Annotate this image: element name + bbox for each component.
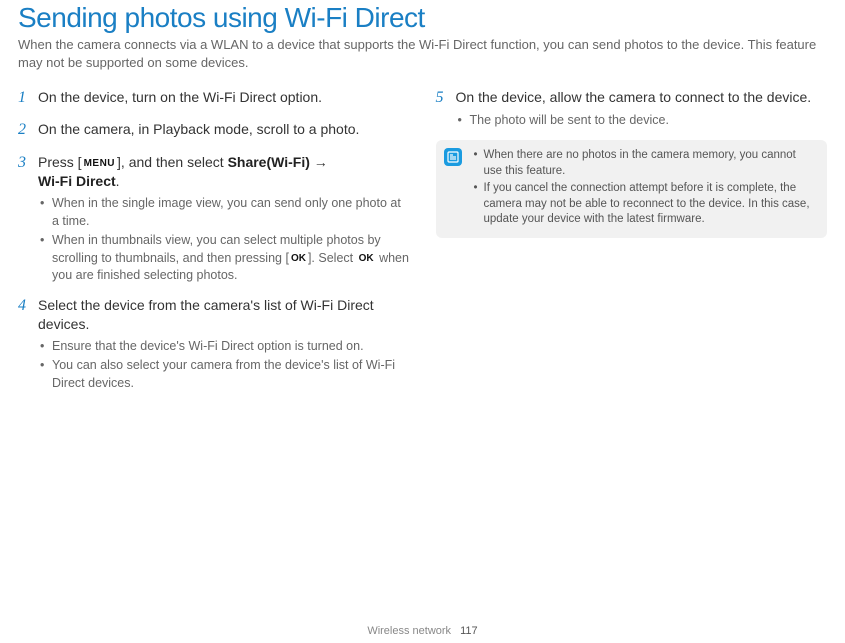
note-list: When there are no photos in the camera m…	[474, 148, 818, 228]
step-text: On the device, turn on the Wi-Fi Direct …	[38, 88, 322, 108]
ok-icon: OK	[289, 252, 308, 266]
step-5: 5 On the device, allow the camera to con…	[436, 87, 828, 130]
note-icon	[444, 148, 462, 166]
step-bullets: When in the single image view, you can s…	[40, 195, 410, 285]
content-columns: 1 On the device, turn on the Wi-Fi Direc…	[18, 87, 827, 402]
bullet-item: The photo will be sent to the device.	[458, 112, 828, 130]
bullet-item: You can also select your camera from the…	[40, 357, 410, 392]
step-number: 5	[436, 87, 448, 109]
step-1: 1 On the device, turn on the Wi-Fi Direc…	[18, 87, 410, 109]
menu-icon: MENU	[82, 157, 117, 171]
step-number: 3	[18, 152, 30, 174]
step-number: 4	[18, 295, 30, 317]
bullet-item: When in thumbnails view, you can select …	[40, 232, 410, 285]
step-3: 3 Press [MENU], and then select Share(Wi…	[18, 152, 410, 285]
page-number: 117	[460, 625, 478, 637]
footer-section: Wireless network	[367, 625, 451, 637]
left-column: 1 On the device, turn on the Wi-Fi Direc…	[18, 87, 410, 402]
bullet-item: Ensure that the device's Wi-Fi Direct op…	[40, 338, 410, 356]
bold-label: Wi-Fi Direct	[38, 173, 116, 189]
step-number: 2	[18, 119, 30, 141]
text-fragment: .	[116, 173, 120, 189]
step-text: On the device, allow the camera to conne…	[456, 88, 812, 108]
step-bullets: The photo will be sent to the device.	[458, 112, 828, 130]
text-fragment: ]. Select	[308, 251, 357, 265]
note-box: When there are no photos in the camera m…	[436, 140, 828, 238]
right-column: 5 On the device, allow the camera to con…	[436, 87, 828, 402]
step-4: 4 Select the device from the camera's li…	[18, 295, 410, 393]
ok-icon: OK	[357, 252, 376, 266]
bullet-item: When in the single image view, you can s…	[40, 195, 410, 230]
page-title: Sending photos using Wi-Fi Direct	[18, 0, 827, 36]
arrow-icon: →	[310, 154, 328, 170]
step-text: Press [MENU], and then select Share(Wi-F…	[38, 153, 328, 192]
step-text: Select the device from the camera's list…	[38, 296, 410, 335]
intro-text: When the camera connects via a WLAN to a…	[18, 36, 827, 71]
step-number: 1	[18, 87, 30, 109]
note-item: If you cancel the connection attempt bef…	[474, 181, 818, 228]
step-text: On the camera, in Playback mode, scroll …	[38, 120, 359, 140]
text-fragment: ], and then select	[117, 154, 228, 170]
text-fragment: Press [	[38, 154, 82, 170]
note-item: When there are no photos in the camera m…	[474, 148, 818, 179]
bold-label: Share(Wi-Fi)	[228, 154, 310, 170]
page-footer: Wireless network 117	[0, 625, 845, 637]
step-bullets: Ensure that the device's Wi-Fi Direct op…	[40, 338, 410, 393]
step-2: 2 On the camera, in Playback mode, scrol…	[18, 119, 410, 141]
